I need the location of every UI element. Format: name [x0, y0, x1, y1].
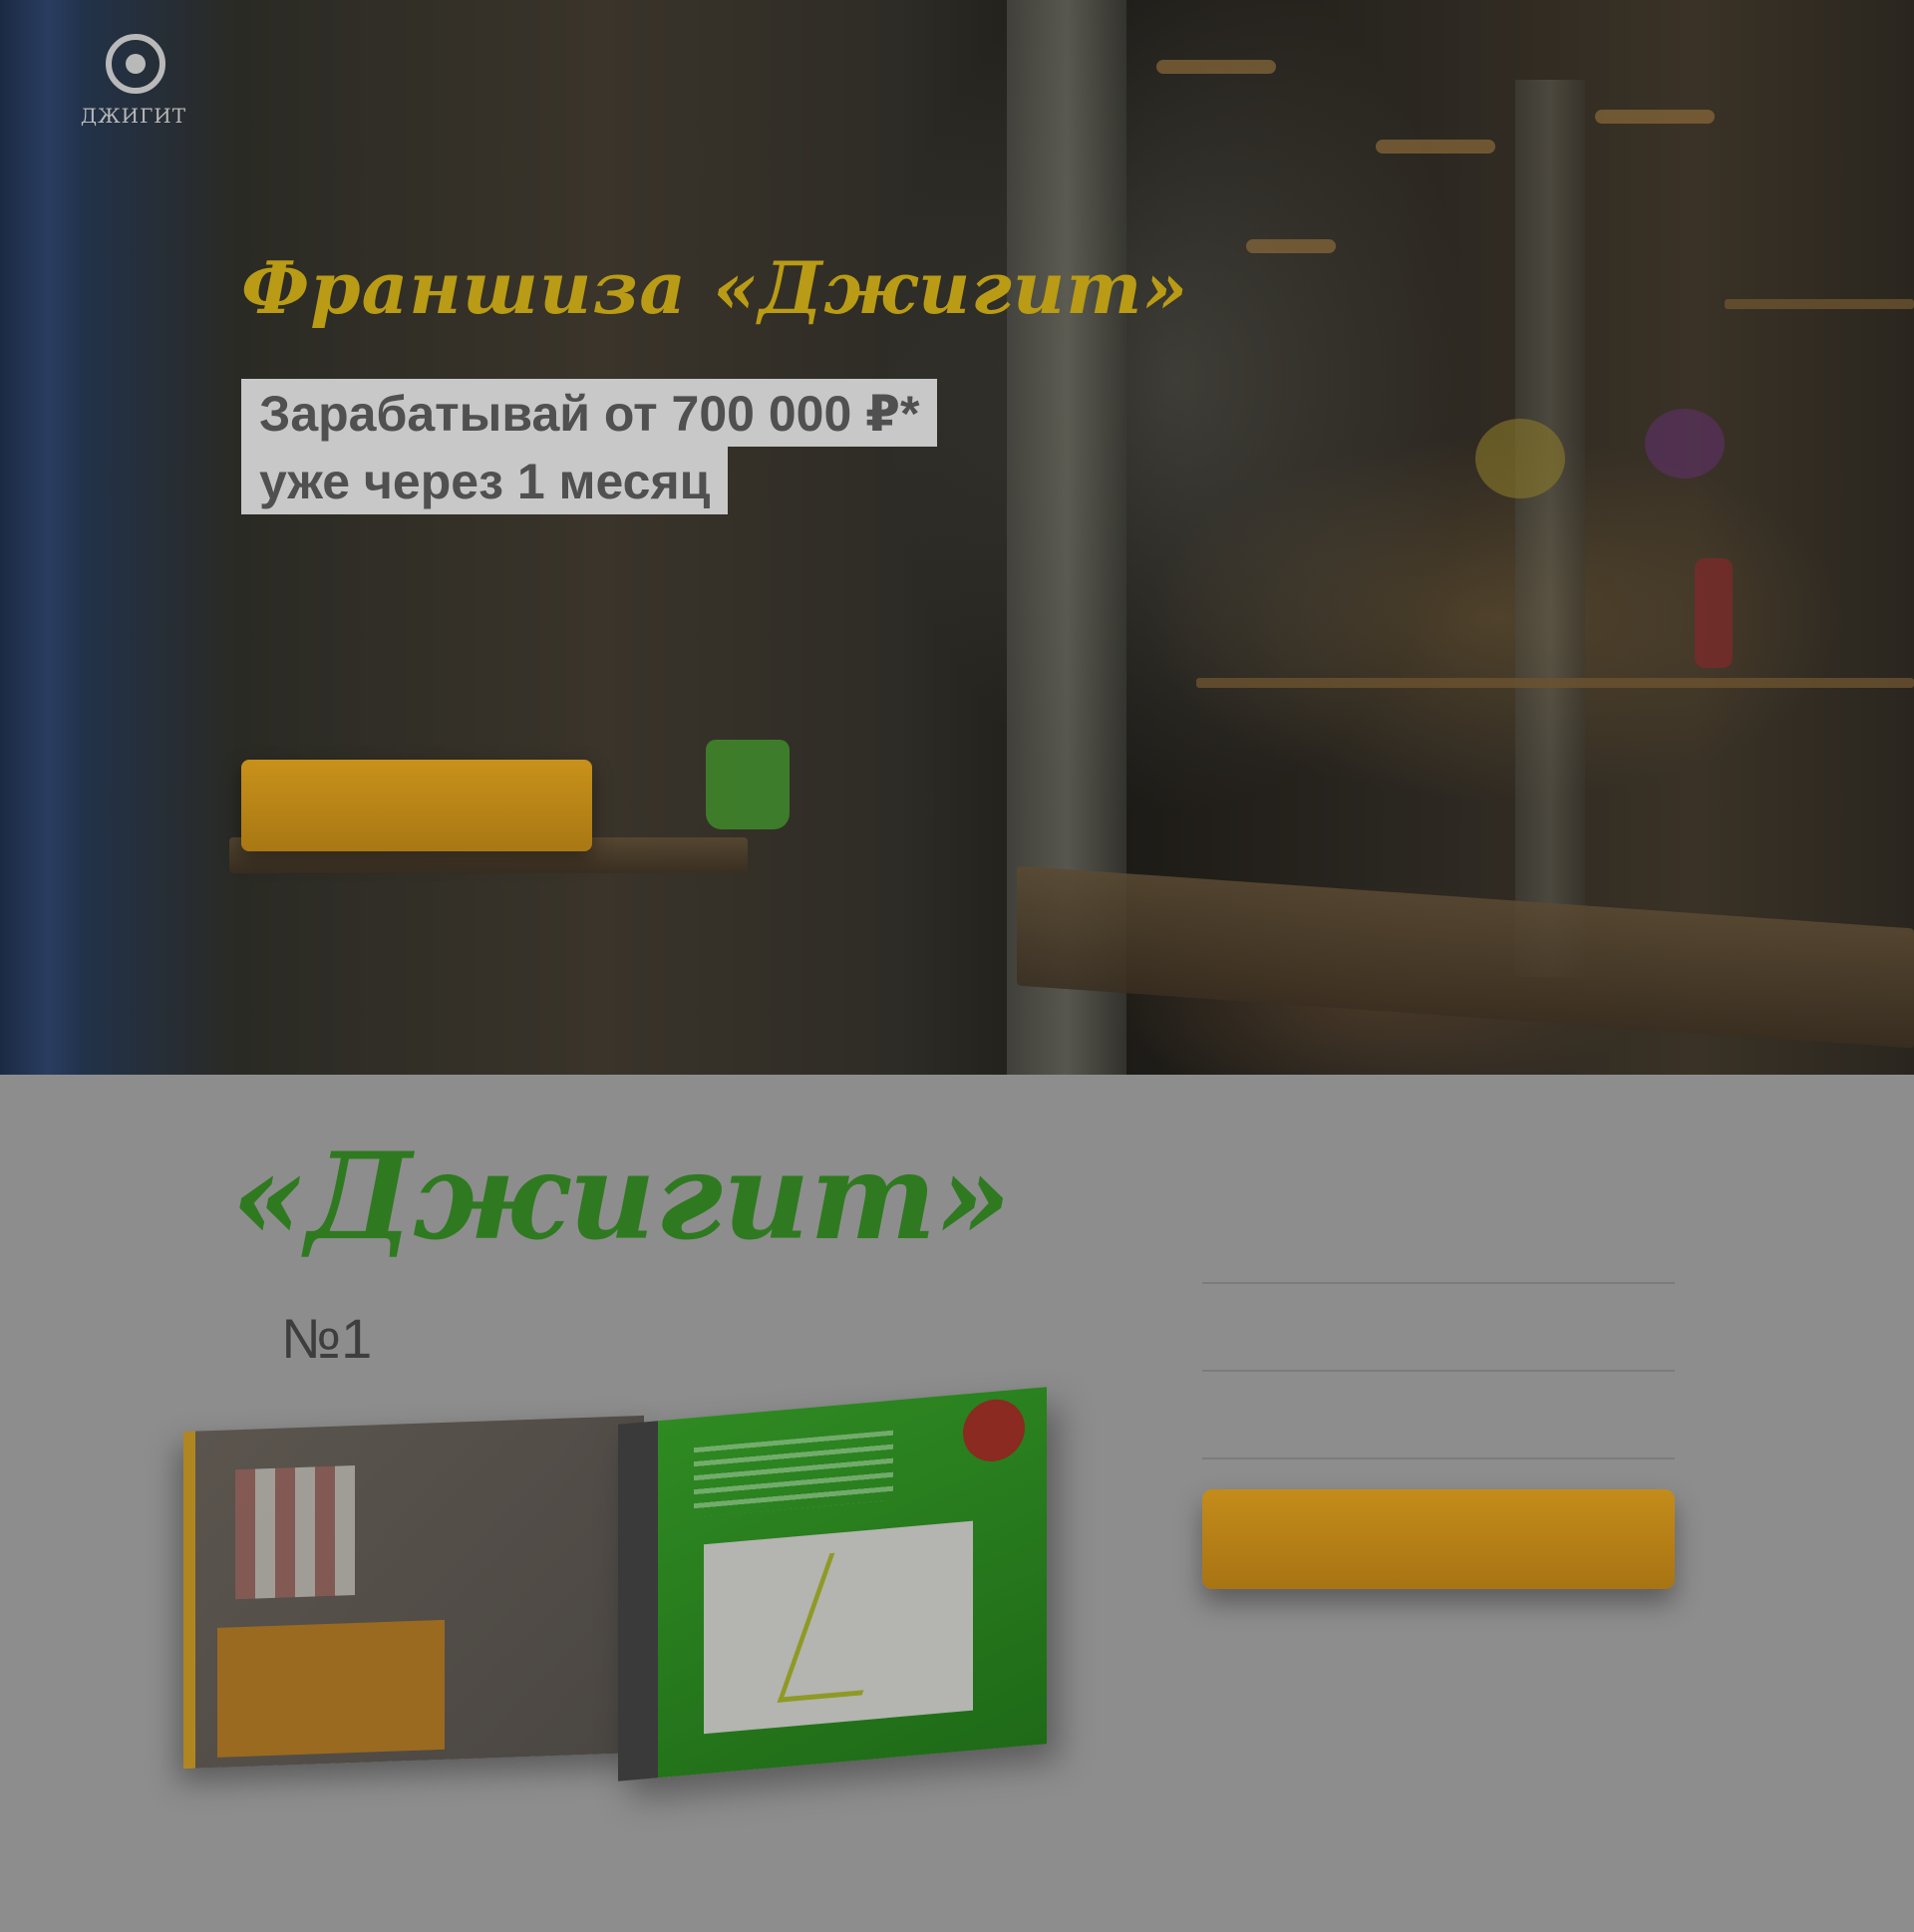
hero-background-curtain — [0, 0, 80, 1075]
hero-background-shelf — [1725, 299, 1914, 309]
brochure-text-lines — [694, 1430, 893, 1518]
logo-text: ДЖИГИТ — [80, 104, 187, 128]
presentation-request-form — [1202, 1206, 1675, 1589]
brochure-text-block — [217, 1619, 445, 1758]
hero-background-flowers — [1645, 409, 1725, 479]
hero-background-pillar — [1515, 80, 1585, 977]
brochure-right-page — [618, 1387, 1047, 1781]
hero-background-cup — [706, 740, 790, 829]
hero-description — [241, 538, 780, 570]
hero-background-vase — [1695, 558, 1733, 668]
hero-section: ДЖИГИТ Франшиза «Джигит» Зарабатывай от … — [0, 0, 1914, 1075]
hero-background-flowers — [1475, 419, 1565, 498]
hero-background-lamp — [1376, 140, 1495, 154]
hero-background-lamp — [1595, 110, 1715, 124]
hero-subtitle: Зарабатывай от 700 000 ₽* уже через 1 ме… — [241, 379, 938, 514]
city-field[interactable] — [1202, 1402, 1675, 1459]
submit-button[interactable] — [1202, 1489, 1675, 1589]
phone-field[interactable] — [1202, 1314, 1675, 1372]
hero-subtitle-line: уже через 1 месяц — [241, 447, 729, 514]
hero-title: Франшиза «Джигит» — [241, 245, 1189, 330]
site-logo[interactable]: ДЖИГИТ — [44, 34, 223, 134]
hero-background-lamp — [1246, 239, 1336, 253]
brochure-photo — [235, 1465, 355, 1600]
hero-background-table — [1017, 865, 1914, 1049]
logo-icon — [106, 34, 165, 94]
brochure-map — [704, 1520, 973, 1735]
brochure-seal-icon — [963, 1397, 1025, 1464]
brand-rank: №1 — [281, 1306, 753, 1371]
hero-background-shelf — [1196, 678, 1914, 688]
brand-wordmark: «Джигит» — [231, 1127, 1012, 1267]
presentation-brochure-image — [179, 1387, 1067, 1794]
hero-background-lamp — [1156, 60, 1276, 74]
rank-number: №1 — [281, 1307, 373, 1370]
name-field[interactable] — [1202, 1226, 1675, 1284]
hero-subtitle-line: Зарабатывай от 700 000 ₽* — [241, 379, 938, 447]
brochure-left-page — [183, 1415, 644, 1770]
hero-cta-button[interactable] — [241, 760, 592, 851]
